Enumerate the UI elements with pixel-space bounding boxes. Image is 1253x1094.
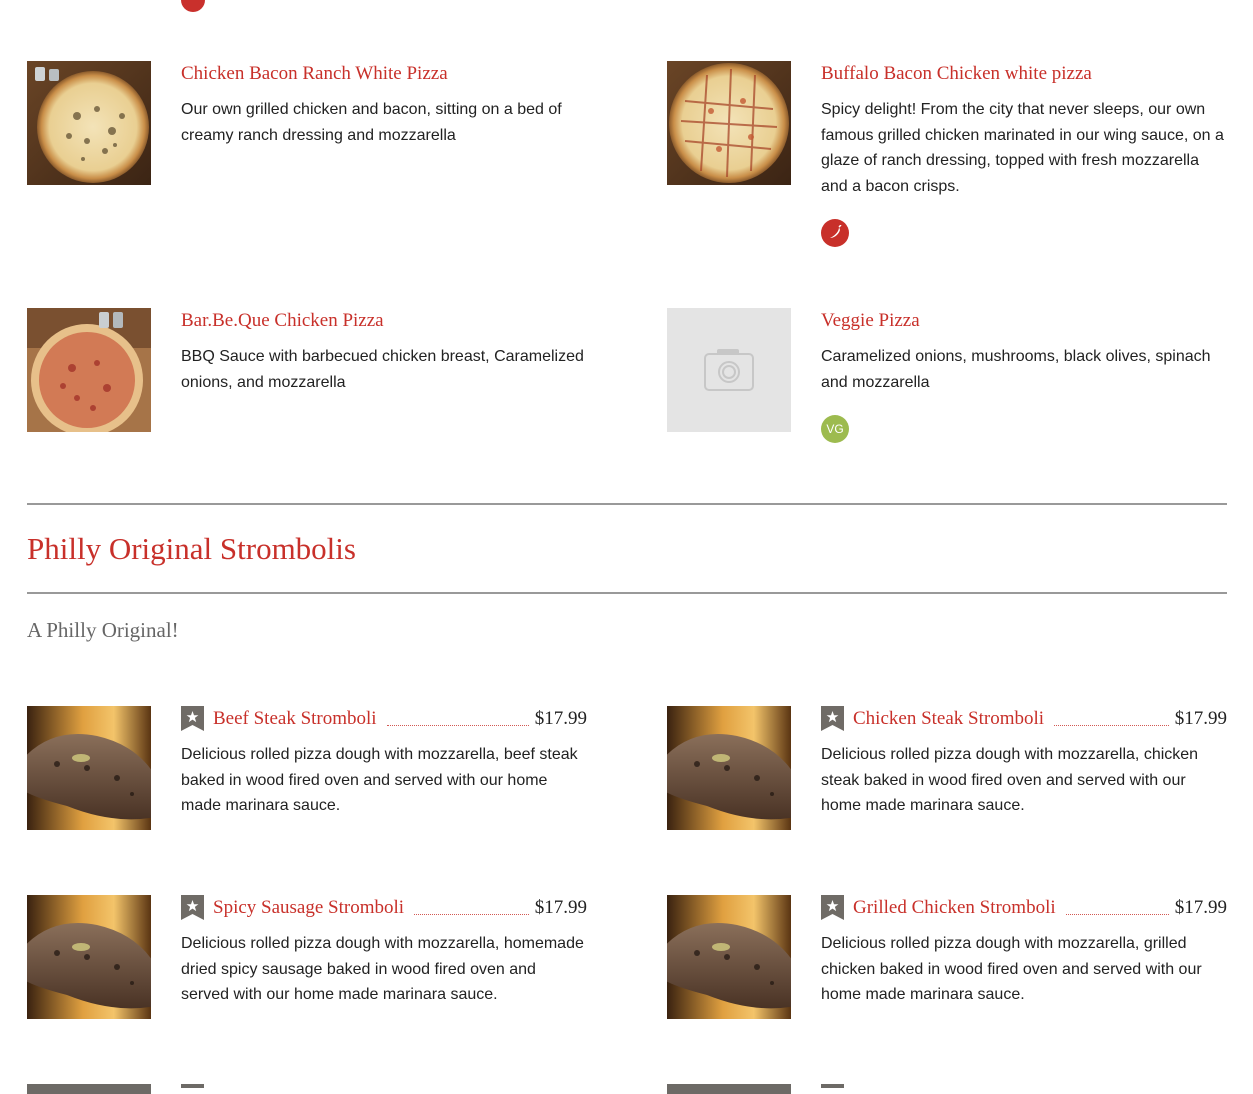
section-divider xyxy=(27,503,1227,505)
menu-item[interactable]: Grilled Chicken Stromboli $17.99 Delicio… xyxy=(667,895,1227,1025)
menu-item[interactable]: Beef Steak Stromboli $17.99 Delicious ro… xyxy=(27,706,587,836)
stromboli-photo xyxy=(27,1084,151,1094)
top-badge-stub xyxy=(181,0,205,12)
leader-dots xyxy=(1065,895,1169,915)
section-subtitle: A Philly Original! xyxy=(27,618,179,642)
menu-item[interactable]: Bar.Be.Que Chicken Pizza BBQ Sauce with … xyxy=(27,308,587,438)
menu-item[interactable]: Chicken Bacon Ranch White Pizza Our own … xyxy=(27,61,587,191)
item-title[interactable]: Veggie Pizza xyxy=(821,308,1227,334)
item-title[interactable]: Chicken Bacon Ranch White Pizza xyxy=(181,61,587,87)
featured-star-icon xyxy=(821,895,844,920)
featured-star-icon xyxy=(821,1084,844,1088)
item-price: $17.99 xyxy=(534,708,587,729)
item-title[interactable]: Chicken Steak Stromboli xyxy=(853,706,1044,732)
menu-item[interactable]: Chicken Steak Stromboli $17.99 Delicious… xyxy=(667,706,1227,836)
vegetarian-badge: VG xyxy=(821,415,849,444)
section-title: Philly Original Strombolis xyxy=(27,531,356,566)
item-description: Delicious rolled pizza dough with mozzar… xyxy=(181,935,584,1004)
item-title[interactable]: Buffalo Bacon Chicken white pizza xyxy=(821,61,1227,87)
item-description: Our own grilled chicken and bacon, sitti… xyxy=(181,101,562,144)
item-description: BBQ Sauce with barbecued chicken breast,… xyxy=(181,348,584,391)
pizza-photo xyxy=(667,61,791,185)
stromboli-photo xyxy=(27,895,151,1019)
menu-item[interactable]: Spicy Sausage Stromboli $17.99 Delicious… xyxy=(27,895,587,1025)
item-title[interactable]: Spicy Sausage Stromboli xyxy=(213,895,404,921)
featured-star-icon xyxy=(821,706,844,731)
item-title[interactable]: Grilled Chicken Stromboli xyxy=(853,895,1056,921)
menu-item[interactable]: Buffalo Bacon Chicken white pizza Spicy … xyxy=(667,61,1227,248)
featured-star-icon xyxy=(181,706,204,731)
item-price: $17.99 xyxy=(1174,708,1227,729)
pizza-photo xyxy=(27,61,151,185)
menu-item[interactable]: Veggie Pizza Caramelized onions, mushroo… xyxy=(667,308,1227,444)
pizza-photo xyxy=(27,308,151,432)
featured-star-icon xyxy=(181,895,204,920)
item-price: $17.99 xyxy=(1174,897,1227,918)
stromboli-photo xyxy=(667,895,791,1019)
stromboli-photo xyxy=(667,1084,791,1094)
leader-dots xyxy=(386,706,529,726)
item-price: $17.99 xyxy=(534,897,587,918)
stromboli-photo xyxy=(667,706,791,830)
leader-dots xyxy=(1054,706,1169,726)
item-description: Caramelized onions, mushrooms, black oli… xyxy=(821,348,1211,391)
item-title[interactable]: Beef Steak Stromboli xyxy=(213,706,377,732)
stromboli-photo xyxy=(27,706,151,830)
camera-placeholder-icon xyxy=(667,308,791,432)
item-description: Spicy delight! From the city that never … xyxy=(821,101,1224,195)
featured-star-icon xyxy=(181,1084,204,1088)
section-divider xyxy=(27,592,1227,594)
chili-pepper-icon xyxy=(821,219,849,248)
leader-dots xyxy=(414,895,529,915)
item-description: Delicious rolled pizza dough with mozzar… xyxy=(181,746,578,815)
item-description: Delicious rolled pizza dough with mozzar… xyxy=(821,746,1199,815)
item-title[interactable]: Bar.Be.Que Chicken Pizza xyxy=(181,308,587,334)
item-description: Delicious rolled pizza dough with mozzar… xyxy=(821,935,1202,1004)
